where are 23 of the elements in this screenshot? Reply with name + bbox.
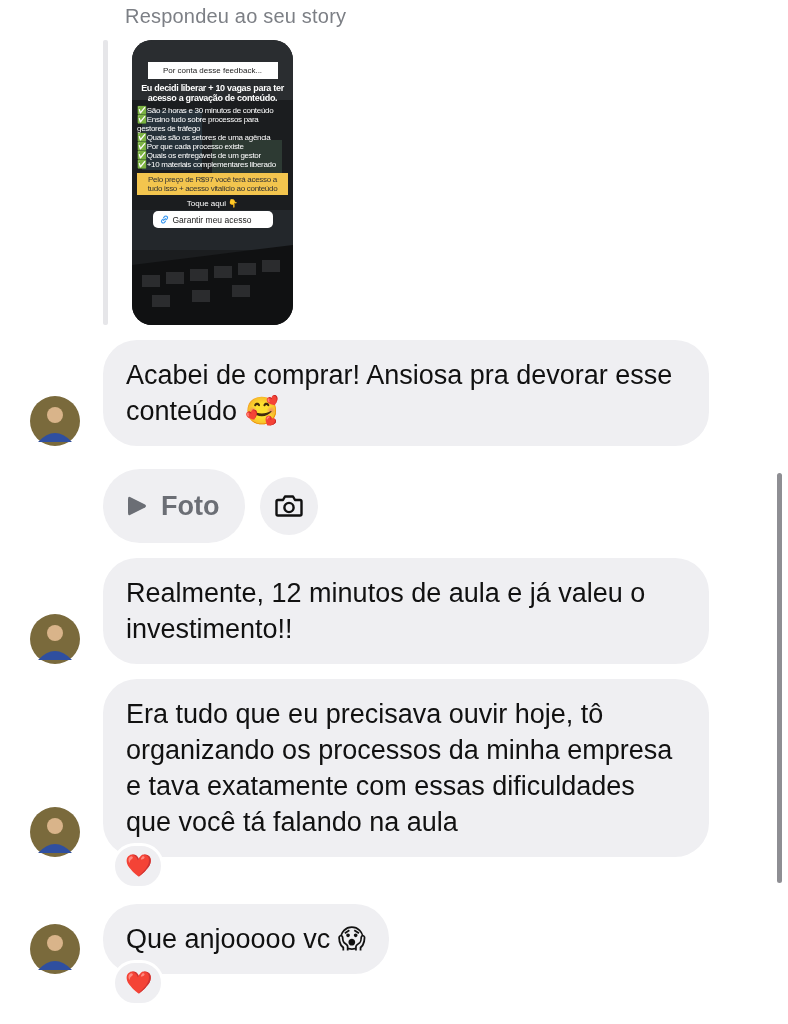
avatar[interactable] [30,807,80,857]
avatar[interactable] [30,924,80,974]
checklist-item: ✅São 2 horas e 30 minutos de conteúdo [137,106,275,115]
link-icon [158,214,170,225]
avatar[interactable] [30,614,80,664]
checklist-item: ✅+10 materiais complementares liberado [137,160,277,169]
camera-icon [275,494,304,518]
link-text: Garantir meu acesso [172,214,252,225]
link-sticker[interactable]: Garantir meu acesso [152,211,273,228]
message-bubble: Realmente, 12 minutos de aula e já valeu o investimento!! [103,558,709,664]
story-headline: Eu decidi liberar + 10 vagas para ter acesso a gravação de conteúdo. [140,83,285,103]
offer-banner: Pelo preço de R$97 você terá acesso a tudo isso + acesso vitalício ao conteúdo [137,173,288,195]
checklist-item: ✅Ensino tudo sobre processos para gestores de tráfego [137,115,260,133]
checklist-item: ✅Por que cada processo existe [137,142,245,151]
story-reply-caption: Respondeu ao seu story [125,4,348,29]
story-hint: Toque aqui 👇 [186,199,239,208]
checklist-item: ✅Quais são os setores de uma agência [137,133,272,142]
message-bubble: Acabei de comprar! Ansiosa pra devorar esse conteúdo 🥰 [103,340,709,446]
photo-button[interactable]: Foto [103,469,246,543]
checklist-item: ✅Quais os entregáveis de um gestor [137,151,262,160]
story-title: Por conta desse feedback... [147,62,278,79]
avatar[interactable] [30,396,80,446]
play-icon [127,495,147,517]
